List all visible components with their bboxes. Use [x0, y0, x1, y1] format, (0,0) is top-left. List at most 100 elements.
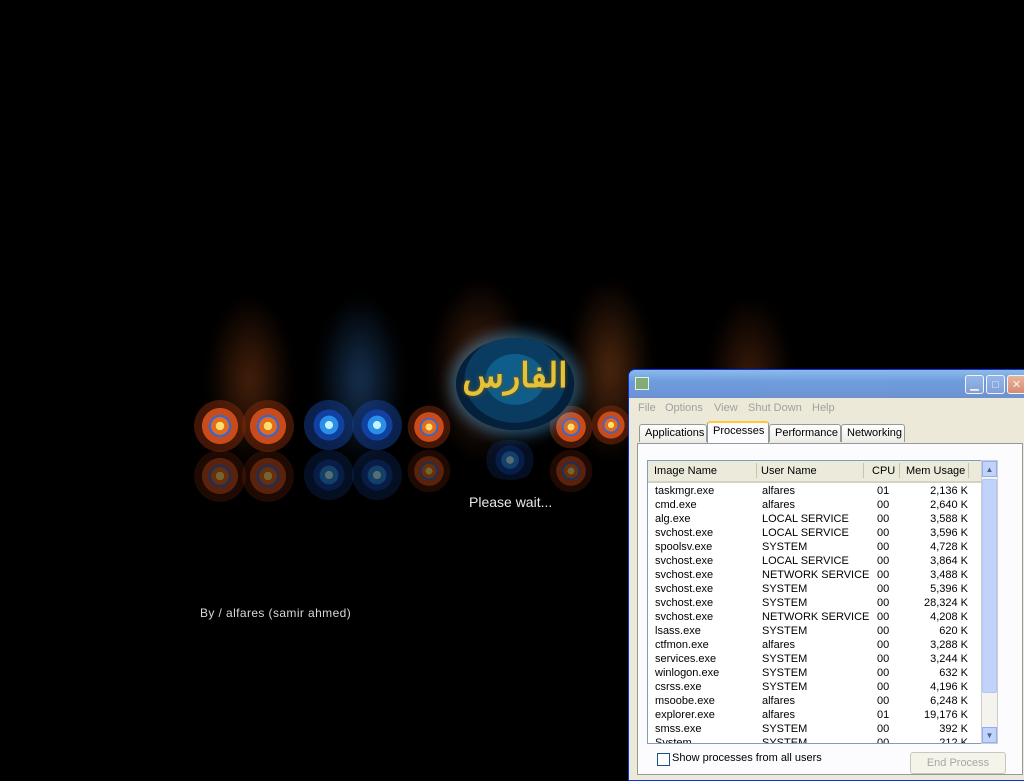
process-user-name: SYSTEM — [762, 583, 808, 595]
column-mem-usage[interactable]: Mem Usage — [906, 465, 965, 477]
process-cpu: 00 — [877, 681, 890, 693]
process-row[interactable]: spoolsv.exe SYSTEM 00 4,728 K — [648, 541, 982, 555]
process-user-name: SYSTEM — [762, 737, 808, 744]
menu-shut-down[interactable]: Shut Down — [748, 402, 802, 414]
process-mem-usage: 19,176 K — [923, 709, 968, 721]
fractal-rosette — [590, 404, 632, 446]
process-row[interactable]: svchost.exe SYSTEM 00 5,396 K — [648, 583, 982, 597]
process-cpu: 00 — [877, 611, 890, 623]
author-byline: By / alfares (samir ahmed) — [200, 606, 352, 620]
fractal-reflection — [406, 448, 452, 494]
process-mem-usage: 2,640 K — [930, 499, 968, 511]
tab-performance[interactable]: Performance — [769, 424, 841, 442]
menu-file[interactable]: File — [638, 402, 656, 414]
show-all-processes-label[interactable]: Show processes from all users — [672, 752, 822, 764]
process-image-name: spoolsv.exe — [655, 541, 713, 553]
menu-options[interactable]: Options — [665, 402, 703, 414]
emblem-calligraphy: الفارس — [462, 356, 568, 396]
task-manager-icon — [635, 377, 649, 390]
fractal-reflection — [548, 448, 594, 494]
process-cpu: 00 — [877, 737, 890, 744]
end-process-button[interactable]: End Process — [910, 752, 1006, 774]
column-image-name[interactable]: Image Name — [654, 465, 717, 477]
process-cpu: 01 — [877, 709, 890, 721]
process-mem-usage: 5,396 K — [930, 583, 968, 595]
process-user-name: NETWORK SERVICE — [762, 611, 870, 623]
process-row[interactable]: msoobe.exe alfares 00 6,248 K — [648, 695, 982, 709]
column-cpu[interactable]: CPU — [872, 465, 895, 477]
maximize-button[interactable]: □ — [986, 375, 1005, 394]
process-row[interactable]: svchost.exe SYSTEM 00 28,324 K — [648, 597, 982, 611]
process-cpu: 00 — [877, 541, 890, 553]
tab-applications[interactable]: Applications — [639, 424, 707, 442]
process-mem-usage: 632 K — [939, 667, 968, 679]
process-cpu: 00 — [877, 653, 890, 665]
process-cpu: 00 — [877, 513, 890, 525]
process-image-name: csrss.exe — [655, 681, 702, 693]
process-row[interactable]: lsass.exe SYSTEM 00 620 K — [648, 625, 982, 639]
column-user-name[interactable]: User Name — [761, 465, 817, 477]
process-row[interactable]: cmd.exe alfares 00 2,640 K — [648, 499, 982, 513]
process-image-name: winlogon.exe — [655, 667, 720, 679]
process-cpu: 00 — [877, 667, 890, 679]
process-image-name: alg.exe — [655, 513, 691, 525]
menu-view[interactable]: View — [714, 402, 738, 414]
process-row[interactable]: services.exe SYSTEM 00 3,244 K — [648, 653, 982, 667]
menu-help[interactable]: Help — [812, 402, 835, 414]
process-cpu: 00 — [877, 597, 890, 609]
title-bar[interactable]: ▁ □ ✕ — [629, 370, 1024, 398]
process-mem-usage: 6,248 K — [930, 695, 968, 707]
close-button[interactable]: ✕ — [1007, 375, 1024, 394]
process-mem-usage: 3,488 K — [930, 569, 968, 581]
process-user-name: NETWORK SERVICE — [762, 569, 870, 581]
process-row[interactable]: explorer.exe alfares 01 19,176 K — [648, 709, 982, 723]
process-cpu: 00 — [877, 639, 890, 651]
fractal-reflection — [240, 448, 296, 504]
process-image-name: svchost.exe — [655, 597, 714, 609]
process-user-name: SYSTEM — [762, 667, 808, 679]
close-icon: ✕ — [1011, 379, 1022, 391]
process-row[interactable]: taskmgr.exe alfares 01 2,136 K — [648, 485, 982, 499]
process-user-name: SYSTEM — [762, 597, 808, 609]
process-user-name: SYSTEM — [762, 723, 808, 735]
process-cpu: 00 — [877, 695, 890, 707]
process-mem-usage: 3,588 K — [930, 513, 968, 525]
process-row[interactable]: svchost.exe LOCAL SERVICE 00 3,596 K — [648, 527, 982, 541]
process-cpu: 00 — [877, 583, 890, 595]
process-row[interactable]: ctfmon.exe alfares 00 3,288 K — [648, 639, 982, 653]
arrow-down-icon: ▼ — [985, 730, 994, 740]
process-row[interactable]: System SYSTEM 00 212 K — [648, 737, 982, 744]
fractal-reflection — [302, 448, 356, 502]
process-row[interactable]: alg.exe LOCAL SERVICE 00 3,588 K — [648, 513, 982, 527]
process-mem-usage: 3,244 K — [930, 653, 968, 665]
minimize-button[interactable]: ▁ — [965, 375, 984, 394]
process-user-name: alfares — [762, 695, 796, 707]
task-manager-window: ▁ □ ✕ File Options View Shut Down Help A… — [628, 369, 1024, 781]
process-image-name: taskmgr.exe — [655, 485, 715, 497]
process-row[interactable]: svchost.exe NETWORK SERVICE 00 3,488 K — [648, 569, 982, 583]
process-row[interactable]: csrss.exe SYSTEM 00 4,196 K — [648, 681, 982, 695]
process-list-scrollbar[interactable]: ▲ ▼ — [981, 460, 998, 744]
menu-bar: File Options View Shut Down Help — [629, 398, 1024, 418]
tab-networking[interactable]: Networking — [841, 424, 905, 442]
scroll-down-button[interactable]: ▼ — [982, 727, 997, 743]
tab-processes[interactable]: Processes — [707, 421, 769, 443]
process-user-name: SYSTEM — [762, 653, 808, 665]
process-user-name: SYSTEM — [762, 681, 808, 693]
process-user-name: SYSTEM — [762, 625, 808, 637]
process-row[interactable]: smss.exe SYSTEM 00 392 K — [648, 723, 982, 737]
process-row[interactable]: winlogon.exe SYSTEM 00 632 K — [648, 667, 982, 681]
process-image-name: System — [655, 737, 692, 744]
process-row[interactable]: svchost.exe LOCAL SERVICE 00 3,864 K — [648, 555, 982, 569]
process-row[interactable]: svchost.exe NETWORK SERVICE 00 4,208 K — [648, 611, 982, 625]
process-image-name: svchost.exe — [655, 555, 714, 567]
process-user-name: alfares — [762, 639, 796, 651]
scroll-thumb[interactable] — [982, 479, 997, 693]
process-user-name: SYSTEM — [762, 541, 808, 553]
process-cpu: 00 — [877, 499, 890, 511]
process-cpu: 00 — [877, 569, 890, 581]
show-all-processes-checkbox[interactable] — [657, 753, 670, 766]
fractal-reflection — [480, 440, 540, 480]
fractal-rosette — [240, 398, 296, 454]
scroll-up-button[interactable]: ▲ — [982, 461, 997, 477]
